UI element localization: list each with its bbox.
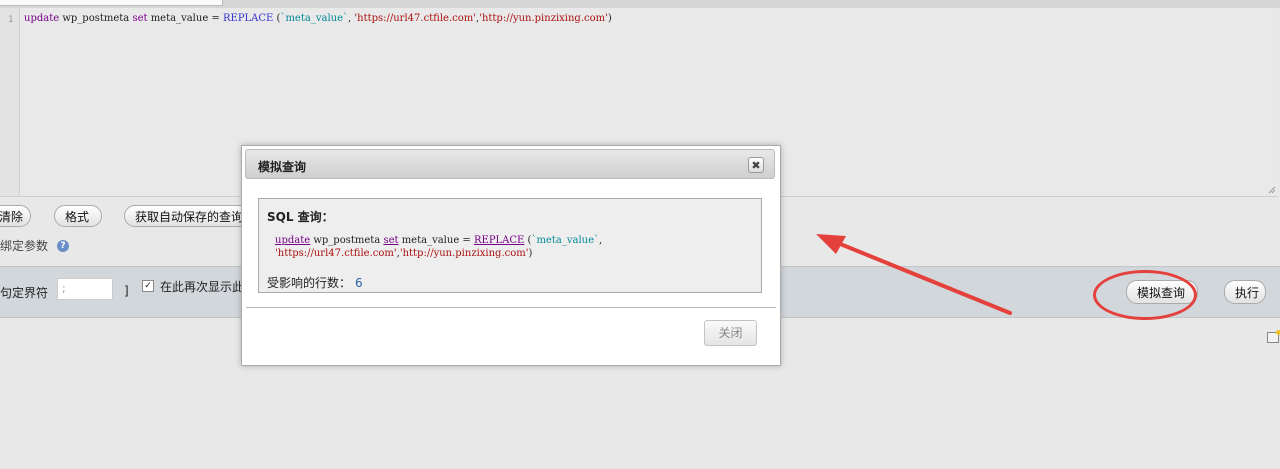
resize-grip-icon[interactable] (1268, 186, 1276, 194)
delimiter-input[interactable]: ; (57, 278, 113, 300)
kw-set-link[interactable]: set (383, 235, 398, 246)
string-from: 'https://url47.ctfile.com' (354, 13, 477, 24)
delimiter-label: 句定界符 (0, 286, 49, 300)
sql-query-heading: SQL 查询： (267, 210, 334, 224)
simulate-query-dialog: 模拟查询 ✖ SQL 查询： update wp_postmeta set me… (241, 145, 781, 366)
dialog-title: 模拟查询 (258, 160, 307, 174)
column-assign: meta_value = (398, 235, 474, 246)
line-gutter: 1 (0, 8, 20, 196)
comma-1: , (599, 235, 603, 246)
line-number: 1 (8, 15, 14, 25)
top-tab[interactable] (0, 0, 223, 6)
notes-icon[interactable] (1267, 330, 1280, 343)
fn-replace-link[interactable]: REPLACE (474, 235, 524, 246)
string-from: 'https://url47.ctfile.com' (275, 248, 397, 259)
ident-meta-value: `meta_value` (531, 235, 600, 246)
clear-button[interactable]: 清除 (0, 205, 31, 227)
sql-code-line[interactable]: update wp_postmeta set meta_value = REPL… (24, 13, 612, 24)
dialog-divider (246, 307, 776, 308)
bind-params-label[interactable]: 绑定参数 (0, 237, 48, 254)
bracket-close: ] (124, 284, 129, 298)
kw-set: set (132, 13, 148, 24)
show-again-checkbox[interactable]: ✓ (142, 280, 154, 292)
affected-rows: 受影响的行数： 6 (267, 274, 363, 291)
kw-update-link[interactable]: update (275, 235, 310, 246)
table-name: wp_postmeta (310, 235, 384, 246)
close-button[interactable]: 关闭 (704, 320, 757, 346)
close-icon[interactable]: ✖ (748, 157, 764, 173)
affected-rows-label: 受影响的行数： (267, 276, 352, 290)
paren-close: ) (607, 13, 612, 24)
table-name: wp_postmeta (59, 13, 133, 24)
dialog-titlebar[interactable]: 模拟查询 ✖ (245, 149, 775, 179)
sql-query-text: update wp_postmeta set meta_value = REPL… (275, 234, 602, 260)
execute-button[interactable]: 执行 (1224, 280, 1266, 304)
kw-update: update (24, 13, 60, 24)
annotation-ellipse (1093, 270, 1197, 320)
string-to: 'http://yun.pinzixing.com' (399, 248, 529, 259)
top-bar (0, 0, 1280, 8)
paren-close: ) (528, 248, 533, 259)
ident-meta-value: `meta_value` (280, 13, 349, 24)
help-icon[interactable]: ? (57, 240, 69, 252)
column-assign: meta_value = (147, 13, 223, 24)
fn-replace: REPLACE (222, 13, 274, 24)
affected-rows-count: 6 (355, 276, 363, 290)
format-button[interactable]: 格式 (54, 205, 102, 227)
dialog-result-box: SQL 查询： update wp_postmeta set meta_valu… (258, 198, 762, 293)
string-to: 'http://yun.pinzixing.com' (479, 13, 608, 24)
